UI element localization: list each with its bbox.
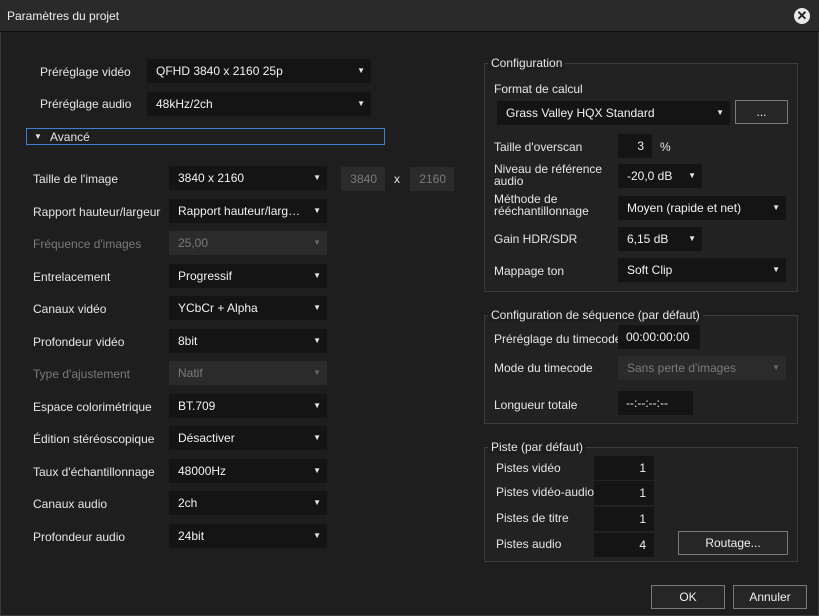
chevron-down-icon: ▼ xyxy=(772,363,780,372)
overscan-unit: % xyxy=(660,140,671,154)
chevron-down-icon: ▼ xyxy=(313,433,321,442)
format-settings-button[interactable]: ... xyxy=(735,100,788,124)
chevron-down-icon: ▼ xyxy=(313,206,321,215)
interlace-select[interactable]: Progressif ▼ xyxy=(169,264,327,288)
fit-type-select: Natif ▼ xyxy=(169,361,327,385)
advanced-label: Avancé xyxy=(50,130,90,144)
audio-tracks-field[interactable]: 4 xyxy=(594,533,654,557)
audio-depth-select[interactable]: 24bit ▼ xyxy=(169,524,327,548)
configuration-title: Configuration xyxy=(488,56,566,70)
chevron-down-icon: ▼ xyxy=(313,271,321,280)
video-tracks-label: Pistes vidéo xyxy=(496,461,561,475)
video-channels-label: Canaux vidéo xyxy=(33,302,107,316)
chevron-down-icon: ▼ xyxy=(772,265,780,274)
chevron-down-icon: ▼ xyxy=(313,466,321,475)
timecode-mode-select: Sans perte d'images ▼ xyxy=(618,356,786,380)
format-select[interactable]: Grass Valley HQX Standard ▼ xyxy=(497,101,730,125)
total-length-label: Longueur totale xyxy=(494,398,578,412)
chevron-down-icon: ▼ xyxy=(313,401,321,410)
image-size-select[interactable]: 3840 x 2160 ▼ xyxy=(169,166,327,190)
timecode-preset-field[interactable]: 00:00:00:00 xyxy=(618,325,700,349)
frame-rate-select: 25,00 ▼ xyxy=(169,231,327,255)
color-space-label: Espace colorimétrique xyxy=(33,400,152,414)
hdr-gain-label: Gain HDR/SDR xyxy=(494,232,578,246)
tone-mapping-select[interactable]: Soft Clip ▼ xyxy=(618,258,786,282)
image-width-field: 3840 xyxy=(341,167,385,191)
stereo-edit-label: Édition stéréoscopique xyxy=(33,432,155,446)
audio-channels-select[interactable]: 2ch ▼ xyxy=(169,491,327,515)
chevron-down-icon: ▼ xyxy=(357,99,365,108)
format-label: Format de calcul xyxy=(494,82,583,96)
interlace-label: Entrelacement xyxy=(33,270,111,284)
video-depth-select[interactable]: 8bit ▼ xyxy=(169,329,327,353)
ref-level-select[interactable]: -20,0 dB ▼ xyxy=(618,164,702,188)
va-tracks-label: Pistes vidéo-audio xyxy=(496,485,595,499)
chevron-down-icon: ▼ xyxy=(357,66,365,75)
audio-preset-select[interactable]: 48kHz/2ch ▼ xyxy=(147,92,371,116)
triangle-down-icon: ▼ xyxy=(34,132,42,141)
tone-mapping-label: Mappage ton xyxy=(494,264,565,278)
video-channels-select[interactable]: YCbCr + Alpha ▼ xyxy=(169,296,327,320)
audio-preset-label: Préréglage audio xyxy=(40,97,132,111)
chevron-down-icon: ▼ xyxy=(313,238,321,247)
video-tracks-field[interactable]: 1 xyxy=(594,456,654,480)
hdr-gain-select[interactable]: 6,15 dB ▼ xyxy=(618,227,702,251)
video-preset-select[interactable]: QFHD 3840 x 2160 25p ▼ xyxy=(147,59,371,83)
fit-type-label: Type d'ajustement xyxy=(33,367,131,381)
chevron-down-icon: ▼ xyxy=(688,234,696,243)
sample-rate-select[interactable]: 48000Hz ▼ xyxy=(169,459,327,483)
close-icon[interactable]: ✕ xyxy=(794,8,810,24)
audio-tracks-label: Pistes audio xyxy=(496,537,562,551)
timecode-preset-label: Préréglage du timecode xyxy=(494,332,622,346)
chevron-down-icon: ▼ xyxy=(313,173,321,182)
chevron-down-icon: ▼ xyxy=(313,531,321,540)
sequence-title: Configuration de séquence (par défaut) xyxy=(488,308,703,322)
track-title: Piste (par défaut) xyxy=(488,440,587,454)
cancel-button[interactable]: Annuler xyxy=(733,585,807,609)
overscan-field[interactable]: 3 xyxy=(618,134,652,158)
image-height-field: 2160 xyxy=(410,167,454,191)
color-space-select[interactable]: BT.709 ▼ xyxy=(169,394,327,418)
resample-select[interactable]: Moyen (rapide et net) ▼ xyxy=(618,196,786,220)
chevron-down-icon: ▼ xyxy=(716,108,724,117)
overscan-label: Taille d'overscan xyxy=(494,140,583,154)
window-title: Paramètres du projet xyxy=(7,9,120,23)
resample-label: Méthode de rééchantillonnage xyxy=(494,192,589,218)
audio-depth-label: Profondeur audio xyxy=(33,530,126,544)
chevron-down-icon: ▼ xyxy=(772,203,780,212)
title-tracks-field[interactable]: 1 xyxy=(594,507,654,531)
timecode-mode-label: Mode du timecode xyxy=(494,361,593,375)
image-size-label: Taille de l'image xyxy=(33,172,119,186)
chevron-down-icon: ▼ xyxy=(688,171,696,180)
routing-button[interactable]: Routage... xyxy=(678,531,788,555)
aspect-ratio-label: Rapport hauteur/largeur xyxy=(33,205,161,219)
dimension-separator: x xyxy=(394,172,400,186)
aspect-ratio-select[interactable]: Rapport hauteur/largeur... ▼ xyxy=(169,199,327,223)
sample-rate-label: Taux d'échantillonnage xyxy=(33,465,155,479)
frame-rate-label: Fréquence d'images xyxy=(33,237,142,251)
title-bar: Paramètres du projet ✕ xyxy=(0,0,819,32)
title-tracks-label: Pistes de titre xyxy=(496,511,569,525)
audio-channels-label: Canaux audio xyxy=(33,497,108,511)
total-length-field[interactable]: --:--:--:-- xyxy=(618,391,693,415)
stereo-edit-select[interactable]: Désactiver ▼ xyxy=(169,426,327,450)
chevron-down-icon: ▼ xyxy=(313,303,321,312)
advanced-toggle[interactable]: ▼ Avancé xyxy=(26,128,385,145)
video-preset-label: Préréglage vidéo xyxy=(40,65,131,79)
ref-level-label: Niveau de référence audio xyxy=(494,162,603,188)
chevron-down-icon: ▼ xyxy=(313,498,321,507)
video-depth-label: Profondeur vidéo xyxy=(33,335,125,349)
chevron-down-icon: ▼ xyxy=(313,336,321,345)
chevron-down-icon: ▼ xyxy=(313,368,321,377)
va-tracks-field[interactable]: 1 xyxy=(594,481,654,505)
ok-button[interactable]: OK xyxy=(651,585,725,609)
